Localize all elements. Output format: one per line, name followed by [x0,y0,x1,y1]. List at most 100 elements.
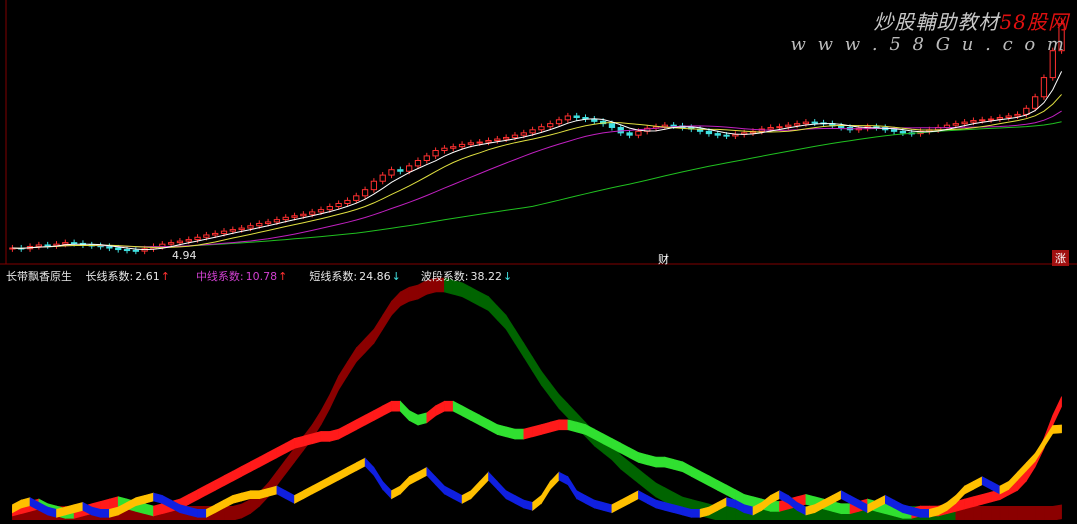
candle-body [626,132,633,136]
long-band-segment [1017,505,1027,521]
legend-label-3: 波段系数: [420,270,469,283]
candle-body [723,134,730,137]
mid-band-segment [144,503,154,517]
mid-band-segment [673,459,683,473]
long-band-segment [726,505,736,521]
legend-arrow-0: ↑ [160,270,170,283]
candle-body [785,124,792,128]
long-band-segment [223,505,234,521]
candle-body [617,126,624,134]
mid-band-segment [523,426,533,440]
candle-body [838,125,845,128]
long-band-segment [981,505,992,521]
legend-items: 长线系数: 2.61↑ 中线系数: 10.78↑ 短线系数: 24.86↓ 波段系数: 38.… [80,270,521,283]
candle-body [1005,115,1012,119]
candle-body [176,240,184,244]
legend-label-2: 短线系数: [309,270,358,283]
long-band-segment [1008,505,1018,521]
candle-body [485,140,492,143]
mid-band-segment [496,424,507,438]
short-band-segment [100,508,110,518]
candle-body [317,209,325,213]
candle-body [432,150,439,157]
candle-body [714,133,721,136]
mid-band-segment [655,456,666,468]
candle-body [423,155,430,161]
candle-body [502,136,510,140]
short-band-segment [920,508,930,518]
legend-value-2: 24.86 [359,270,391,283]
candle-body [203,234,210,238]
candle-body [1031,96,1039,109]
legend-item-0: 长线系数: 2.61↑ [86,270,174,283]
legend-item-2: 短线系数: 24.86↓ [309,270,404,283]
mid-band-segment [329,428,339,442]
legend-value-3: 38.22 [470,270,503,283]
candle-body [970,120,977,123]
candle-body [529,129,536,134]
candle-body [291,215,298,218]
candle-body [70,242,78,245]
finance-marker: 财 [658,253,669,266]
candle-body [361,189,369,197]
candle-body [123,249,131,252]
mid-band-segment [391,400,401,412]
legend-value-1: 10.78 [245,270,278,283]
legend-label-0: 长线系数: [85,270,134,283]
candle-body [555,119,563,125]
candle-body [185,239,192,242]
candle-body [987,118,995,121]
candle-body [635,130,642,136]
candle-body [811,121,818,124]
mid-band-segment [417,412,428,426]
mid-band-segment [303,433,313,447]
mid-band-segment [311,431,322,445]
candle-body [705,130,713,135]
legend-item-3: 波段系数: 38.22↓ [421,270,516,283]
candle-body [247,225,254,229]
low-price-label: 4.94 [172,249,197,262]
candle-body [106,245,113,249]
candle-body [220,230,228,234]
candle-body [132,249,139,252]
candle-body [1014,113,1021,117]
mid-band-segment [153,503,163,517]
candle-body [256,222,263,227]
legend-arrow-2: ↓ [391,270,401,283]
long-band-segment [1034,505,1045,521]
candle-body [996,117,1004,120]
candle-body [608,123,616,128]
candle-body [961,121,968,125]
candle-body [62,242,69,245]
candle-body [414,159,422,167]
stock-chart: 炒股輔助教材58股网 w w w . 5 8 G u . c o m 4.94 … [0,0,1077,521]
mid-band-segment [840,503,851,515]
long-band-segment [990,505,1001,521]
long-band-segment [408,284,419,302]
legend-arrow-1: ↑ [278,270,288,283]
candle-body [776,126,783,129]
candle-body [899,130,907,134]
mid-band-segment [294,435,304,449]
legend-item-1: 中线系数: 10.78↑ [196,270,291,283]
watermark-title-black: 炒股輔助教材 [873,10,1000,34]
candle-body [335,202,342,208]
chart-canvas [0,0,1077,521]
mid-band-segment [320,431,331,442]
candle-body [467,142,475,145]
candle-body [952,123,959,126]
candle-body [273,219,281,223]
candle-body [309,211,316,215]
candle-body [264,221,272,224]
mid-band-segment [664,456,675,470]
candle-body [476,141,483,144]
candle-body [44,244,51,247]
candle-body [450,146,457,149]
legend-value-0: 2.61 [135,270,160,283]
candle-body [547,123,554,128]
watermark-title-red: 58股网 [999,10,1069,34]
candle-body [397,169,404,172]
candle-body [326,206,333,211]
candle-body [300,213,307,217]
candle-body [802,121,810,125]
